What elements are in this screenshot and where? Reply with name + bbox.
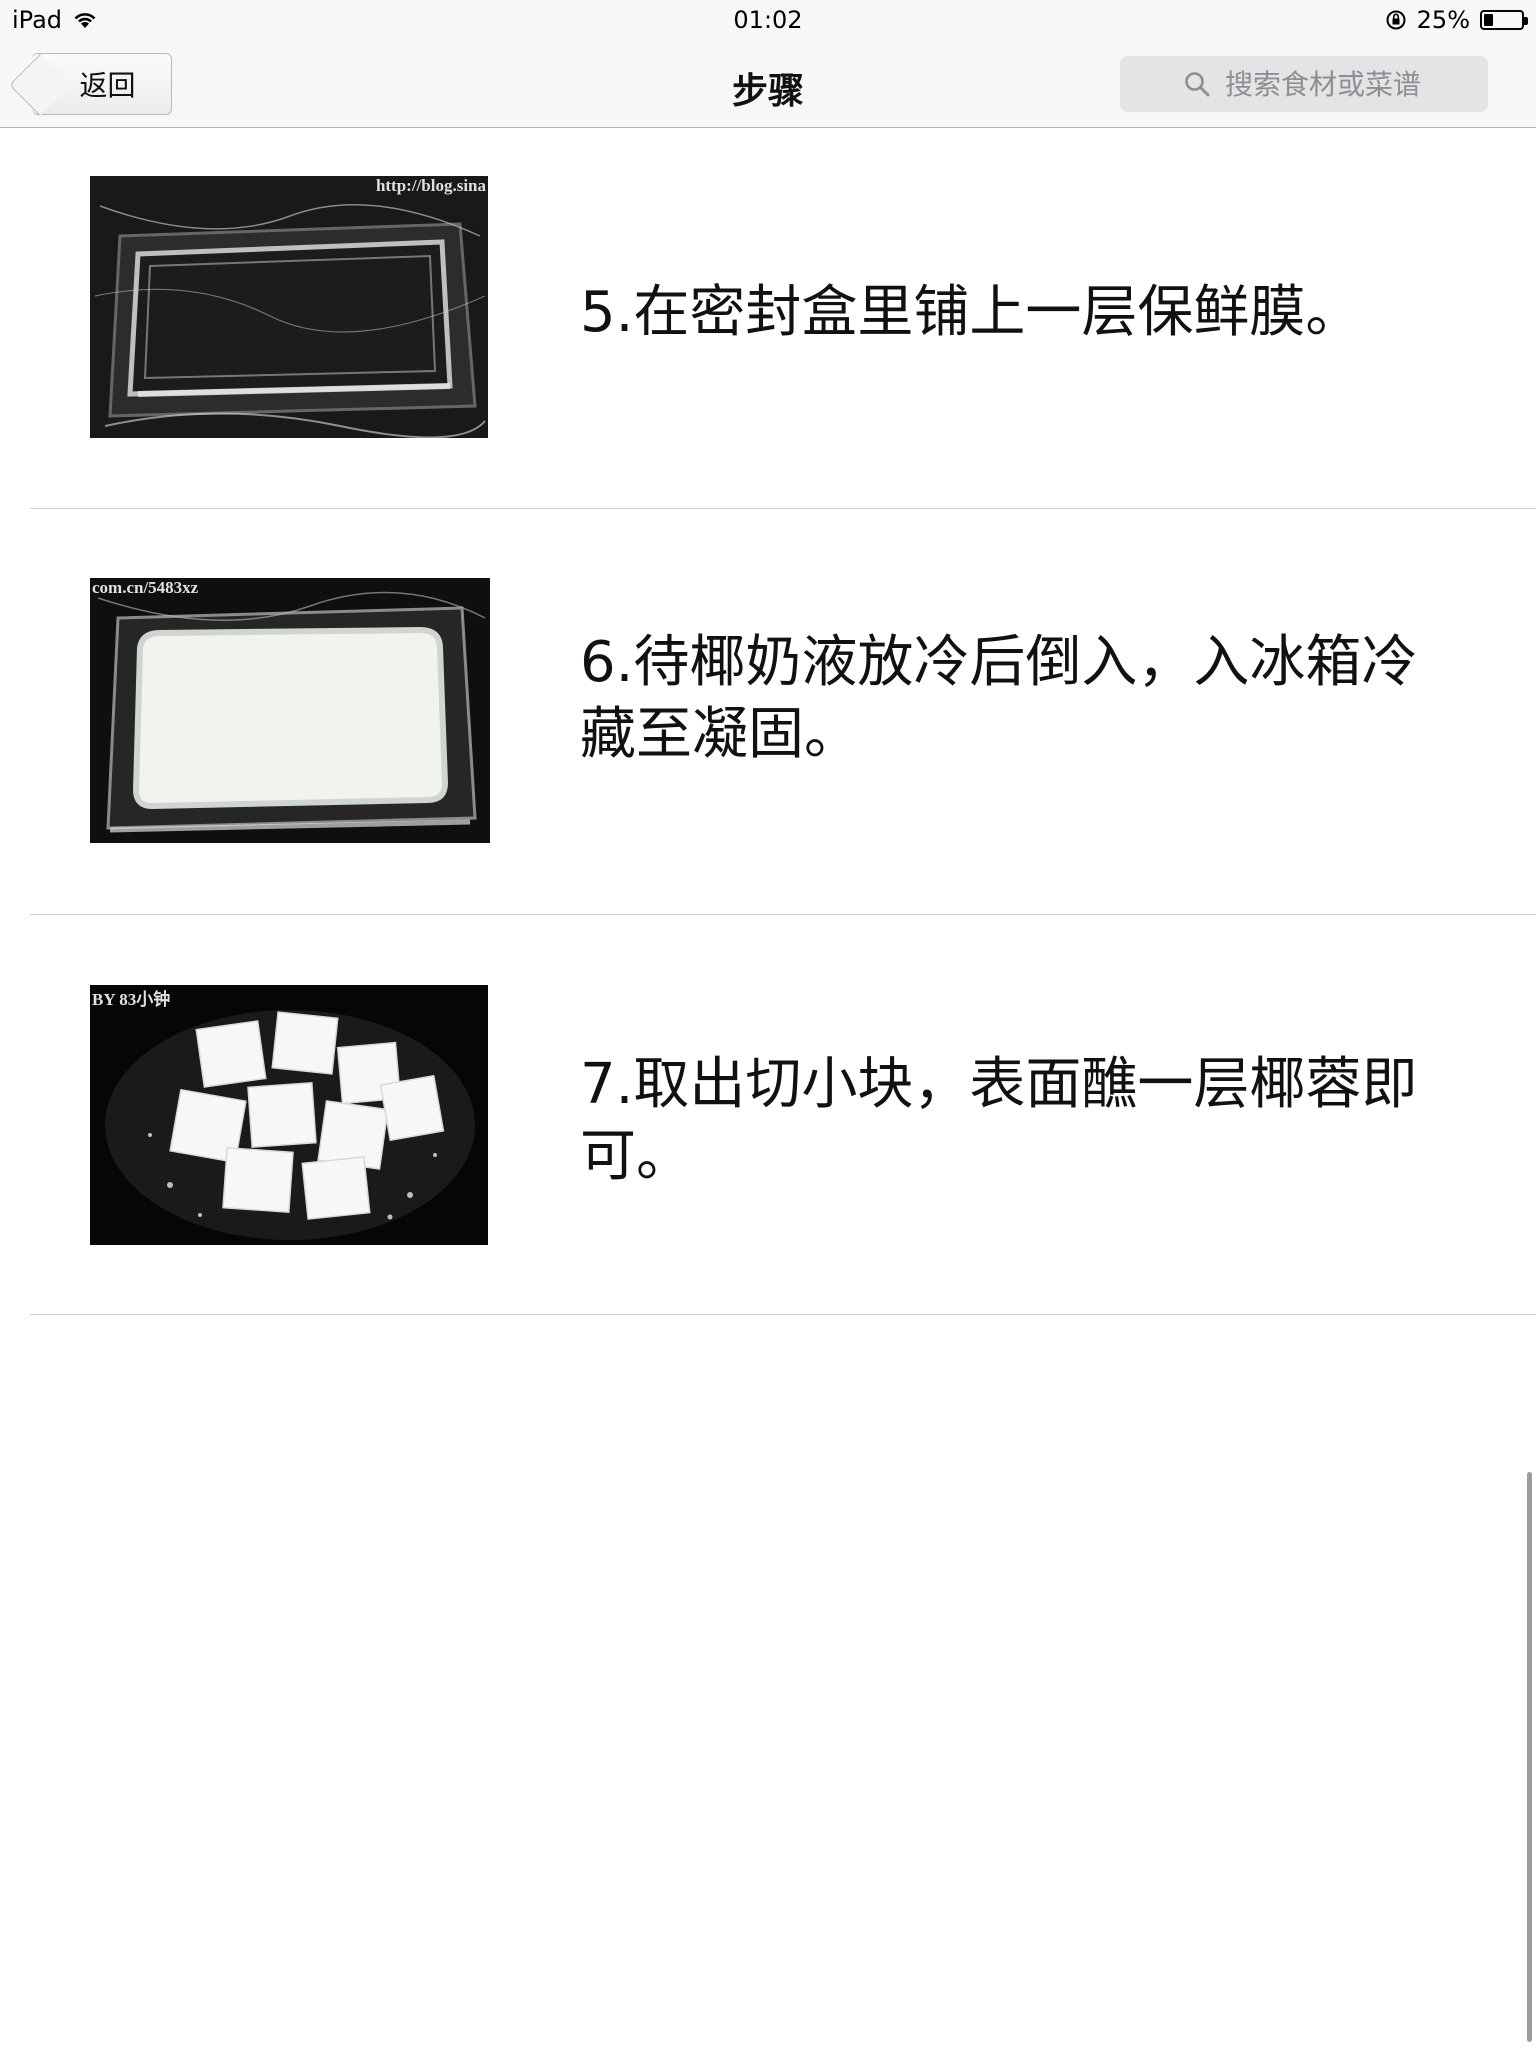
step-item: BY 83小钟 7.取出切小块，表面醮一层椰蓉即可。	[0, 915, 1536, 1315]
rotation-lock-icon	[1386, 10, 1406, 30]
step-divider	[30, 1314, 1536, 1315]
step-7-image: BY 83小钟	[90, 985, 488, 1245]
navigation-bar: 返回 步骤	[0, 40, 1536, 128]
image-watermark: http://blog.sina	[375, 176, 486, 195]
step-5-image: http://blog.sina	[90, 176, 488, 438]
battery-icon	[1480, 10, 1528, 30]
vertical-scrollbar[interactable]	[1527, 1472, 1532, 2042]
status-time: 01:02	[733, 6, 803, 34]
step-6-image: com.cn/5483xz	[90, 578, 490, 843]
search-input[interactable]	[1225, 67, 1425, 101]
step-6-text: 6.待椰奶液放冷后倒入，入冰箱冷藏至凝固。	[580, 630, 1418, 767]
step-7-text: 7.取出切小块，表面醮一层椰蓉即可。	[580, 1052, 1418, 1189]
status-right: 25%	[1385, 6, 1528, 34]
step-5-text: 5.在密封盒里铺上一层保鲜膜。	[580, 280, 1362, 345]
step-item: com.cn/5483xz 6.待椰奶液放冷后倒入，入冰箱冷藏至凝固。	[0, 509, 1536, 915]
screen: iPad 01:02 25% 返回 步骤 搜索食材或菜谱 http://blog…	[0, 0, 1536, 2048]
status-bar: iPad 01:02 25%	[0, 0, 1536, 40]
battery-percent: 25%	[1416, 6, 1470, 34]
coconut-milk-box-illustration	[90, 578, 490, 843]
back-button-label: 返回	[79, 69, 136, 102]
image-watermark: BY 83小钟	[92, 990, 171, 1009]
image-watermark: com.cn/5483xz	[92, 578, 199, 597]
battery-nub	[1524, 17, 1528, 25]
battery-fill	[1484, 14, 1493, 26]
coconut-cubes-illustration	[90, 985, 488, 1245]
search-icon	[1185, 72, 1210, 97]
search-bar[interactable]	[1120, 56, 1488, 112]
step-item: http://blog.sina 5.在密封盒里铺上一层保鲜膜。	[0, 129, 1536, 509]
plastic-wrap-box-illustration	[90, 176, 488, 438]
